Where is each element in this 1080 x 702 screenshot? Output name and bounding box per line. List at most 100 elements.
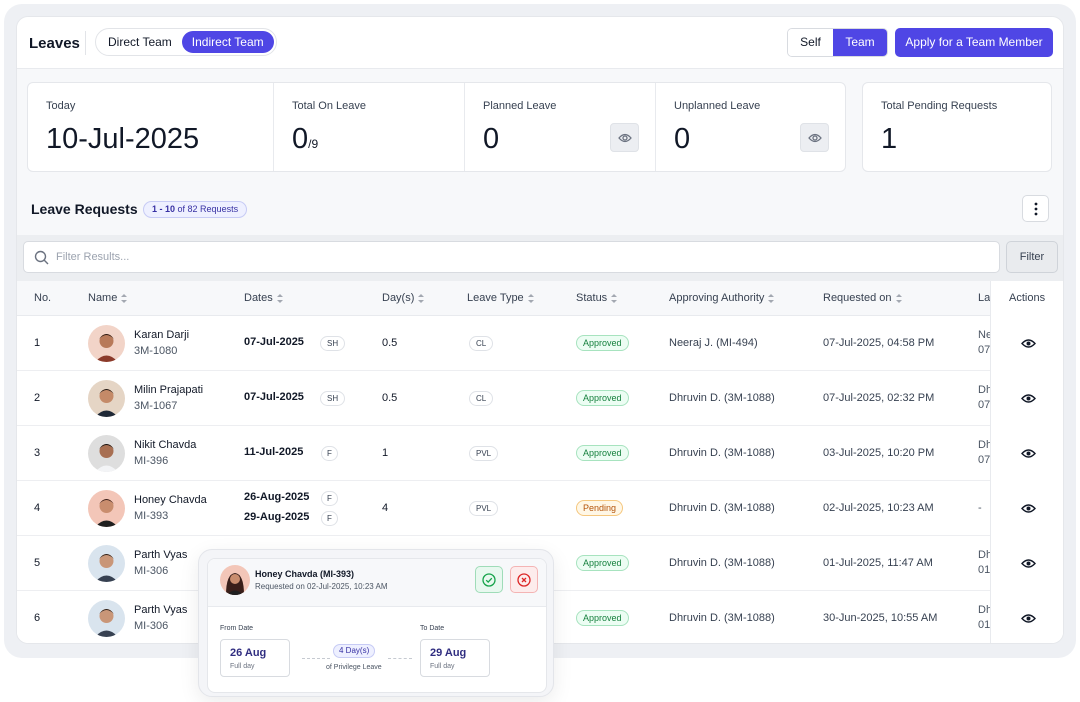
table-row[interactable]: 4 Honey Chavda MI-393 26-Aug-2025 29-Aug-202… (17, 481, 1063, 536)
approval-card-header: Honey Chavda (MI-393) Requested on 02-Ju… (208, 559, 546, 607)
filter-input[interactable] (56, 242, 986, 272)
table-row[interactable]: 3 Nikit Chavda MI-396 11-Jul-2025 F 1 PVL Appro… (17, 426, 1063, 481)
close-icon (517, 572, 531, 587)
avatar (88, 545, 125, 582)
avatar (88, 325, 125, 362)
stat-value: 0/9 (292, 123, 318, 156)
self-team-toggle: Self Team (787, 28, 888, 57)
row-number: 5 (34, 557, 41, 569)
stat-label: Unplanned Leave (674, 100, 761, 112)
more-options-button[interactable] (1022, 195, 1049, 222)
eye-icon (1021, 449, 1036, 458)
view-request-button[interactable] (1021, 446, 1036, 464)
from-date: 26 Aug (230, 647, 267, 659)
avatar (88, 490, 125, 527)
stat-label: Planned Leave (483, 100, 557, 112)
col-label: Requested on (823, 292, 892, 304)
table-row[interactable]: 1 Karan Darji 3M-1080 07-Jul-2025 SH 0.5 CL App… (17, 316, 1063, 371)
approving-authority: Neeraj J. (MI-494) (669, 337, 758, 349)
leave-type-tag: CL (469, 336, 494, 351)
sort-icon (768, 293, 775, 303)
day-type-tag: F (321, 511, 338, 526)
self-button[interactable]: Self (788, 29, 833, 56)
days-value: 0.5 (382, 337, 398, 349)
col-dates[interactable]: Dates (244, 292, 283, 304)
requested-on: 30-Jun-2025, 10:55 AM (823, 612, 938, 624)
stat-value: 0 (483, 123, 500, 155)
truncated-cell: 01 (978, 619, 991, 631)
connector-line (388, 658, 412, 659)
col-label: Actions (1009, 292, 1046, 304)
stat-value: 10-Jul-2025 (46, 123, 200, 155)
stat-label: Today (46, 100, 76, 112)
days-value: 1 (382, 447, 389, 459)
filter-button[interactable]: Filter (1006, 241, 1058, 273)
status-badge: Approved (576, 610, 629, 626)
leave-kind: of Privilege Leave (326, 664, 382, 671)
col-label: Dates (244, 292, 273, 304)
truncated-cell: 07 (978, 344, 991, 356)
col-requested-on[interactable]: Requested on (823, 292, 902, 304)
employee-code: MI-306 (134, 565, 169, 577)
direct-team-tab[interactable]: Direct Team (98, 31, 182, 53)
leave-date: 07-Jul-2025 (244, 336, 304, 348)
from-date-box: 26 Aug Full day (220, 639, 290, 677)
eye-icon (807, 133, 822, 142)
eye-icon (1021, 559, 1036, 568)
day-type-tag: SH (320, 391, 346, 406)
view-request-button[interactable] (1021, 501, 1036, 519)
filter-bar: Filter (17, 235, 1063, 281)
team-button[interactable]: Team (833, 29, 887, 56)
reject-button[interactable] (510, 566, 538, 593)
eye-icon (1021, 504, 1036, 513)
actions-column: Actions (990, 281, 1063, 643)
view-request-button[interactable] (1021, 556, 1036, 574)
col-days[interactable]: Day(s) (382, 292, 425, 304)
row-number: 1 (34, 337, 41, 349)
sort-icon (418, 293, 425, 303)
col-last: La (978, 292, 990, 304)
col-leave-type[interactable]: Leave Type (467, 292, 534, 304)
employee-name: Honey Chavda (134, 494, 207, 506)
view-request-button[interactable] (1021, 391, 1036, 409)
row-number: 6 (34, 612, 41, 624)
check-icon (482, 572, 496, 587)
approval-card-body: Honey Chavda (MI-393) Requested on 02-Ju… (207, 558, 547, 693)
stat-value: 1 (881, 123, 898, 155)
approve-button[interactable] (475, 566, 503, 593)
leave-date: 07-Jul-2025 (244, 391, 304, 403)
view-request-button[interactable] (1021, 336, 1036, 354)
employee-name: Karan Darji (134, 329, 190, 341)
avatar (88, 435, 125, 472)
view-unplanned-button[interactable] (800, 123, 829, 152)
indirect-team-tab[interactable]: Indirect Team (181, 31, 274, 53)
col-name[interactable]: Name (88, 292, 128, 304)
apply-for-team-member-button[interactable]: Apply for a Team Member (895, 28, 1053, 57)
col-label: Approving Authority (669, 292, 765, 304)
on-leave-total: /9 (308, 137, 319, 151)
leave-type-tag: PVL (469, 446, 499, 461)
stat-total-on-leave: Total On Leave 0/9 (274, 83, 465, 171)
sort-icon (527, 293, 534, 303)
view-request-button[interactable] (1021, 611, 1036, 629)
approving-authority: Dhruvin D. (3M-1088) (669, 612, 775, 624)
col-approving-authority[interactable]: Approving Authority (669, 292, 775, 304)
table-row[interactable]: 2 Milin Prajapati 3M-1067 07-Jul-2025 SH 0.5 C… (17, 371, 1063, 426)
col-label: Name (88, 292, 118, 304)
truncated-cell: 07 (978, 399, 991, 411)
col-status[interactable]: Status (576, 292, 618, 304)
badge-rest: of 82 Requests (177, 204, 239, 214)
leave-date: 29-Aug-2025 (244, 511, 310, 523)
from-date-label: From Date (220, 625, 254, 632)
kebab-icon (1034, 202, 1037, 215)
employee-code: 3M-1067 (134, 400, 178, 412)
view-planned-button[interactable] (610, 123, 639, 152)
approval-employee-name: Honey Chavda (MI-393) (255, 569, 355, 579)
status-badge: Approved (576, 335, 629, 351)
leave-requests-title: Leave Requests (31, 201, 138, 217)
stat-pending-requests: Total Pending Requests 1 (862, 82, 1052, 172)
sort-icon (276, 293, 283, 303)
status-badge: Approved (576, 555, 629, 571)
avatar (220, 565, 250, 595)
employee-name: Parth Vyas (134, 604, 188, 616)
